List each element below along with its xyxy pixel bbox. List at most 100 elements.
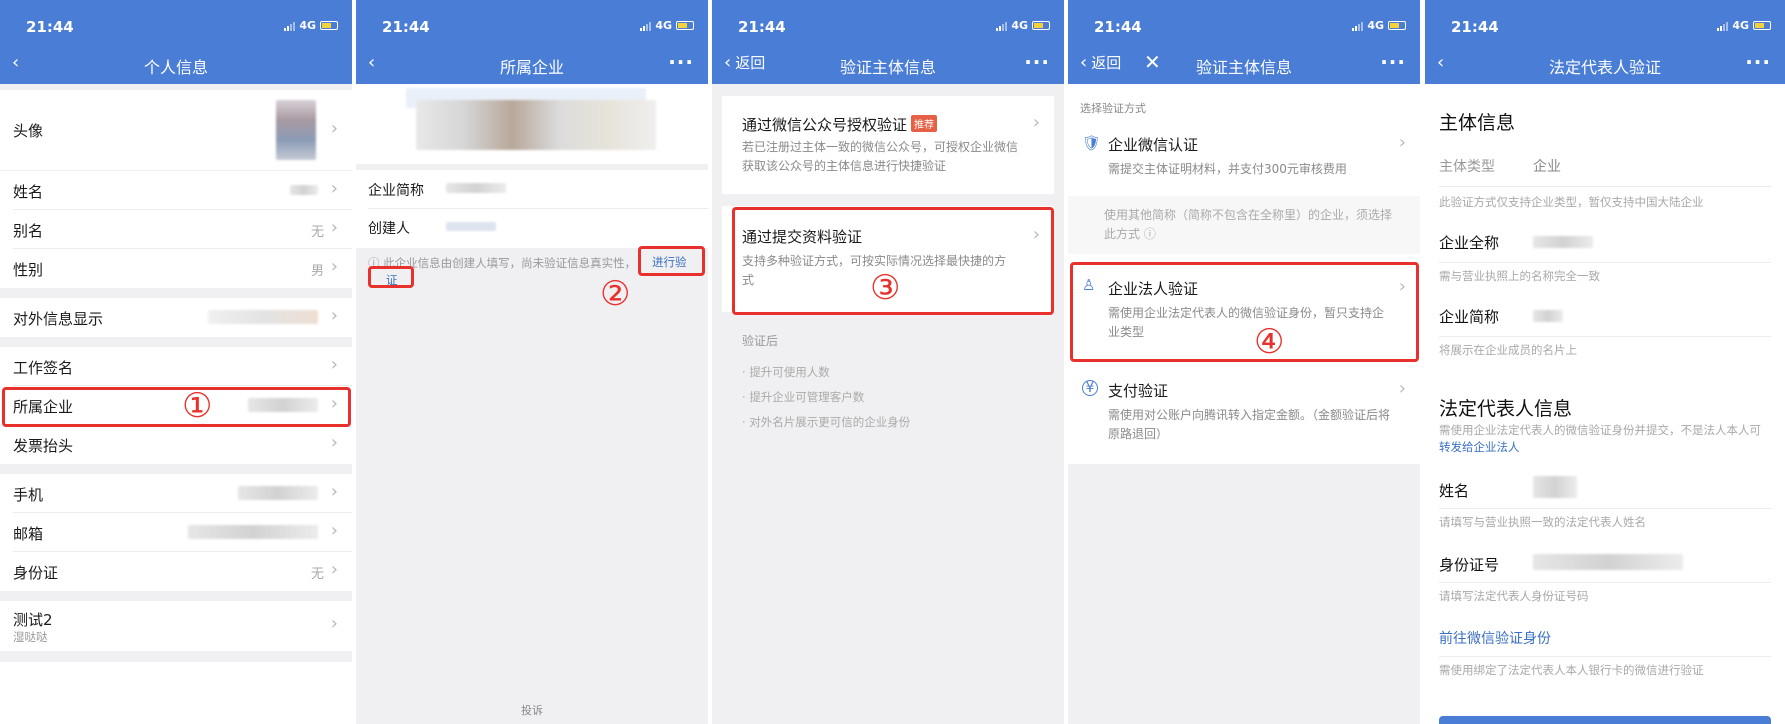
- shield-icon: 🛡: [1082, 134, 1102, 152]
- highlight-verify-link: [638, 246, 705, 276]
- signal-icon: [1717, 21, 1729, 31]
- chevron-right-icon: ›: [330, 613, 338, 634]
- battery-icon: [1032, 21, 1050, 30]
- panel-verify-subject: 21:44 4G ‹ 返回 验证主体信息 ··· 通过微信公众号授权验证 推荐 若已…: [712, 0, 1064, 724]
- chevron-right-icon: ›: [330, 217, 338, 238]
- panel-personal-info: 21:44 4G ‹ 个人信息 头像 › 姓名 › 别名 无 › 性别 男 › …: [0, 0, 352, 724]
- page-title: 所属企业: [499, 58, 564, 77]
- highlight-company-row: [2, 387, 351, 427]
- signal-icon: [284, 21, 296, 31]
- avatar: [276, 100, 316, 160]
- more-icon[interactable]: ···: [1024, 50, 1050, 74]
- chevron-right-icon: ›: [330, 481, 338, 502]
- network-label: 4G: [299, 19, 316, 32]
- email-value-redacted: [188, 525, 318, 539]
- legal-name-field[interactable]: 姓名: [1439, 476, 1771, 510]
- shortname-field[interactable]: 企业简称: [1439, 306, 1771, 336]
- page-title: 验证主体信息: [839, 58, 936, 77]
- after-verify-benefits: · 提升可使用人数 · 提升企业可管理客户数 · 对外名片展示更可信的企业身份: [742, 360, 910, 435]
- row-phone[interactable]: 手机 ›: [0, 474, 352, 513]
- row-alias[interactable]: 别名 无 ›: [0, 210, 352, 249]
- row-avatar[interactable]: 头像 ›: [0, 90, 352, 170]
- option-payment[interactable]: ¥ 支付验证 需使用对公账户向腾讯转入指定金额。（金额验证后将原路退回） ›: [1068, 372, 1420, 452]
- row-name[interactable]: 姓名 ›: [0, 171, 352, 210]
- panel-verify-method: 21:44 4G ‹ 返回 ✕ 验证主体信息 ··· 选择验证方式 🛡 企业微信认…: [1068, 0, 1420, 724]
- status-bar: 21:44 4G: [370, 18, 694, 36]
- header: 21:44 4G ‹ 返回 ✕ 验证主体信息 ···: [1068, 0, 1420, 84]
- more-icon[interactable]: ···: [1380, 50, 1406, 74]
- row-label: 头像: [13, 122, 44, 140]
- row-custom-field[interactable]: 测试2 湿哒哒 ›: [0, 601, 352, 651]
- chevron-right-icon: ›: [330, 256, 338, 277]
- list-item: · 提升企业可管理客户数: [742, 390, 865, 404]
- row-gender[interactable]: 性别 男 ›: [0, 249, 352, 288]
- tutorial-collage: 21:44 4G ‹ 个人信息 头像 › 姓名 › 别名 无 › 性别 男 › …: [0, 0, 1785, 724]
- company-banner: [356, 84, 708, 164]
- subject-heading: 主体信息: [1439, 112, 1516, 134]
- subject-type-field: 主体类型 企业: [1439, 159, 1561, 175]
- step-marker: ②: [600, 274, 631, 314]
- row-email[interactable]: 邮箱 ›: [0, 513, 352, 552]
- chevron-right-icon: ›: [330, 178, 338, 199]
- row-id-card[interactable]: 身份证 无 ›: [0, 552, 352, 591]
- option-wework-cert[interactable]: 🛡 企业微信认证 需提交主体证明材料，并支付300元审核费用 ›: [1068, 126, 1420, 186]
- step-marker: ③: [870, 268, 901, 308]
- chevron-right-icon: ›: [1398, 132, 1406, 153]
- chevron-right-icon: ›: [1398, 378, 1406, 399]
- status-bar: 21:44 4G: [1439, 18, 1771, 36]
- battery-icon: [676, 21, 694, 30]
- company-logo-redacted: [416, 100, 656, 150]
- chevron-right-icon: ›: [330, 520, 338, 541]
- recommend-badge: 推荐: [911, 115, 938, 132]
- after-verify-title: 验证后: [742, 334, 779, 348]
- step-marker: ①: [182, 386, 213, 426]
- battery-icon: [320, 21, 338, 30]
- chevron-right-icon: ›: [1032, 112, 1040, 133]
- header: 21:44 4G ‹ 个人信息: [0, 0, 352, 84]
- more-icon[interactable]: ···: [668, 50, 694, 74]
- page-title: 验证主体信息: [1195, 58, 1292, 77]
- forward-to-legal-link[interactable]: 转发给企业法人: [1439, 440, 1520, 454]
- signal-icon: [996, 21, 1008, 31]
- row-invoice-title[interactable]: 发票抬头 ›: [0, 425, 352, 464]
- row-work-signature[interactable]: 工作签名 ›: [0, 347, 352, 386]
- id-number-field[interactable]: 身份证号: [1439, 554, 1771, 584]
- wechat-verify-link[interactable]: 前往微信验证身份: [1439, 628, 1771, 648]
- option-wechat-official[interactable]: 通过微信公众号授权验证 推荐 若已注册过主体一致的微信公众号，可授权企业微信获取该…: [722, 96, 1054, 194]
- header: 21:44 4G ‹ 法定代表人验证 ···: [1425, 0, 1785, 84]
- company-info-card: 企业简称 创建人: [356, 170, 708, 248]
- highlight-legal-rep: [1070, 262, 1419, 362]
- page-title: 法定代表人验证: [1548, 58, 1661, 77]
- info-icon: ⓘ: [1143, 227, 1156, 241]
- status-bar: 21:44 4G: [726, 18, 1050, 36]
- signal-icon: [1352, 21, 1364, 31]
- legal-desc: 需使用企业法定代表人的微信验证身份并提交，不是法人本人可转发给企业法人: [1439, 423, 1761, 454]
- creator-label: 创建人: [368, 221, 410, 237]
- fullname-value-redacted: [1533, 236, 1593, 248]
- company-short-value-redacted: [446, 183, 506, 193]
- chevron-right-icon: ›: [330, 118, 338, 139]
- list-item: · 对外名片展示更可信的企业身份: [742, 415, 911, 429]
- chevron-right-icon: ›: [330, 305, 338, 326]
- signal-icon: [640, 21, 652, 31]
- chevron-right-icon: ›: [330, 559, 338, 580]
- name-value-redacted: [290, 185, 318, 195]
- highlight-verify-link-cont: [368, 266, 414, 288]
- phone-value-redacted: [238, 486, 318, 500]
- chevron-right-icon: ›: [330, 354, 338, 375]
- panel-legal-rep-verify: 21:44 4G ‹ 法定代表人验证 ··· 主体信息 主体类型 企业 此验证方…: [1425, 0, 1785, 724]
- chevron-right-icon: ›: [330, 432, 338, 453]
- row-external-info[interactable]: 对外信息显示 ›: [0, 298, 352, 337]
- more-icon[interactable]: ···: [1745, 50, 1771, 74]
- battery-icon: [1753, 21, 1771, 30]
- submit-button[interactable]: [1439, 716, 1771, 724]
- fullname-field[interactable]: 企业全称: [1439, 232, 1771, 262]
- complaint-link[interactable]: 投诉: [356, 702, 708, 718]
- battery-icon: [1388, 21, 1406, 30]
- shortname-value-redacted: [1533, 310, 1563, 322]
- status-bar: 21:44 4G: [1082, 18, 1406, 36]
- section-label: 选择验证方式: [1080, 102, 1146, 115]
- yen-icon: ¥: [1082, 380, 1098, 396]
- panel-company: 21:44 4G ‹ 所属企业 ··· 企业简称 创建人 ⓘ 此企业信息由创建人…: [356, 0, 708, 724]
- status-bar: 21:44 4G: [14, 18, 338, 36]
